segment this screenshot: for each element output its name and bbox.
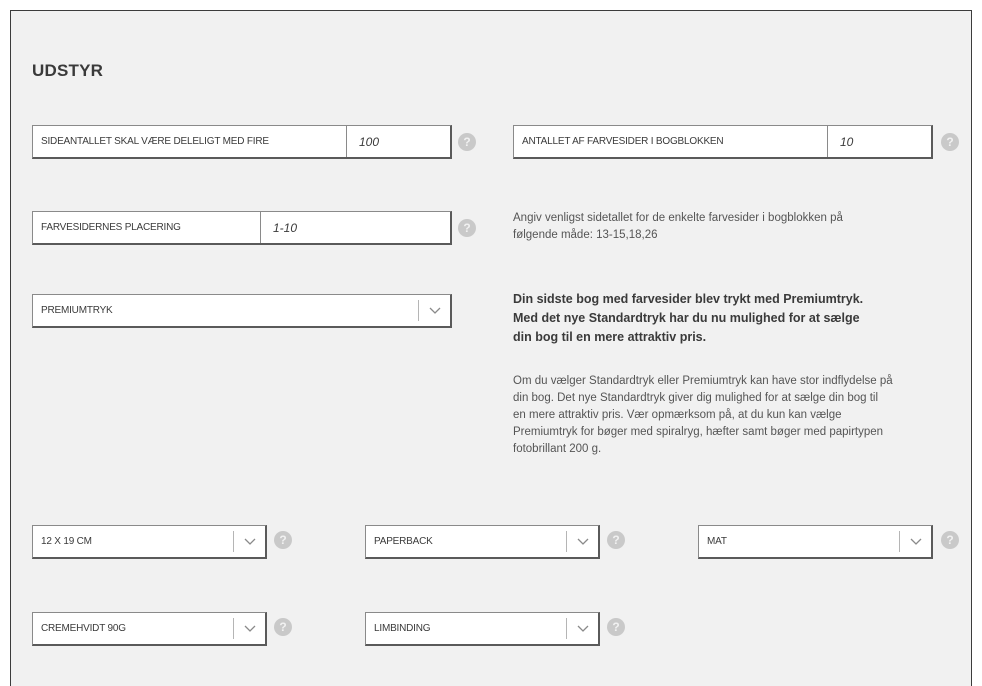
binding-select[interactable]: LIMBINDING <box>365 612 600 646</box>
cover-type-select[interactable]: PAPERBACK <box>365 525 600 559</box>
page-count-field[interactable]: SIDEANTALLET SKAL VÆRE DELELIGT MED FIRE… <box>32 125 452 159</box>
color-pages-input[interactable]: 10 <box>827 126 931 157</box>
chevron-down-icon <box>233 618 265 639</box>
print-type-value: PREMIUMTRYK <box>41 305 113 316</box>
color-pages-label: ANTALLET AF FARVESIDER I BOGBLOKKEN <box>522 136 724 147</box>
cover-type-help-icon[interactable]: ? <box>607 531 625 549</box>
chevron-down-icon <box>566 531 598 552</box>
print-type-description: Om du vælger Standardtryk eller Premiumt… <box>513 375 893 455</box>
color-placement-hint: Angiv venligst sidetallet for de enkelte… <box>513 212 843 241</box>
binding-value: LIMBINDING <box>374 623 431 634</box>
cover-type-value: PAPERBACK <box>374 536 433 547</box>
finish-help-icon[interactable]: ? <box>941 531 959 549</box>
paper-help-icon[interactable]: ? <box>274 618 292 636</box>
paper-value: CREMEHVIDT 90G <box>41 623 126 634</box>
paper-select[interactable]: CREMEHVIDT 90G <box>32 612 267 646</box>
chevron-down-icon <box>418 300 450 321</box>
print-type-select[interactable]: PREMIUMTRYK <box>32 294 452 328</box>
finish-value: MAT <box>707 536 727 547</box>
page-count-label: SIDEANTALLET SKAL VÆRE DELELIGT MED FIRE <box>41 136 269 147</box>
chevron-down-icon <box>566 618 598 639</box>
color-placement-field[interactable]: FARVESIDERNES PLACERING 1-10 <box>32 211 452 245</box>
page-count-input[interactable]: 100 <box>346 126 450 157</box>
format-help-icon[interactable]: ? <box>274 531 292 549</box>
format-select[interactable]: 12 X 19 CM <box>32 525 267 559</box>
color-pages-help-icon[interactable]: ? <box>941 133 959 151</box>
color-placement-help-icon[interactable]: ? <box>458 219 476 237</box>
section-title: UDSTYR <box>32 61 104 80</box>
binding-help-icon[interactable]: ? <box>607 618 625 636</box>
chevron-down-icon <box>233 531 265 552</box>
color-placement-label: FARVESIDERNES PLACERING <box>41 222 181 233</box>
color-pages-field[interactable]: ANTALLET AF FARVESIDER I BOGBLOKKEN 10 <box>513 125 933 159</box>
print-type-notice: Din sidste bog med farvesider blev trykt… <box>513 292 864 344</box>
finish-select[interactable]: MAT <box>698 525 933 559</box>
color-placement-input[interactable]: 1-10 <box>260 212 450 243</box>
chevron-down-icon <box>899 531 931 552</box>
page-count-help-icon[interactable]: ? <box>458 133 476 151</box>
format-value: 12 X 19 CM <box>41 536 92 547</box>
equipment-panel <box>10 10 972 686</box>
